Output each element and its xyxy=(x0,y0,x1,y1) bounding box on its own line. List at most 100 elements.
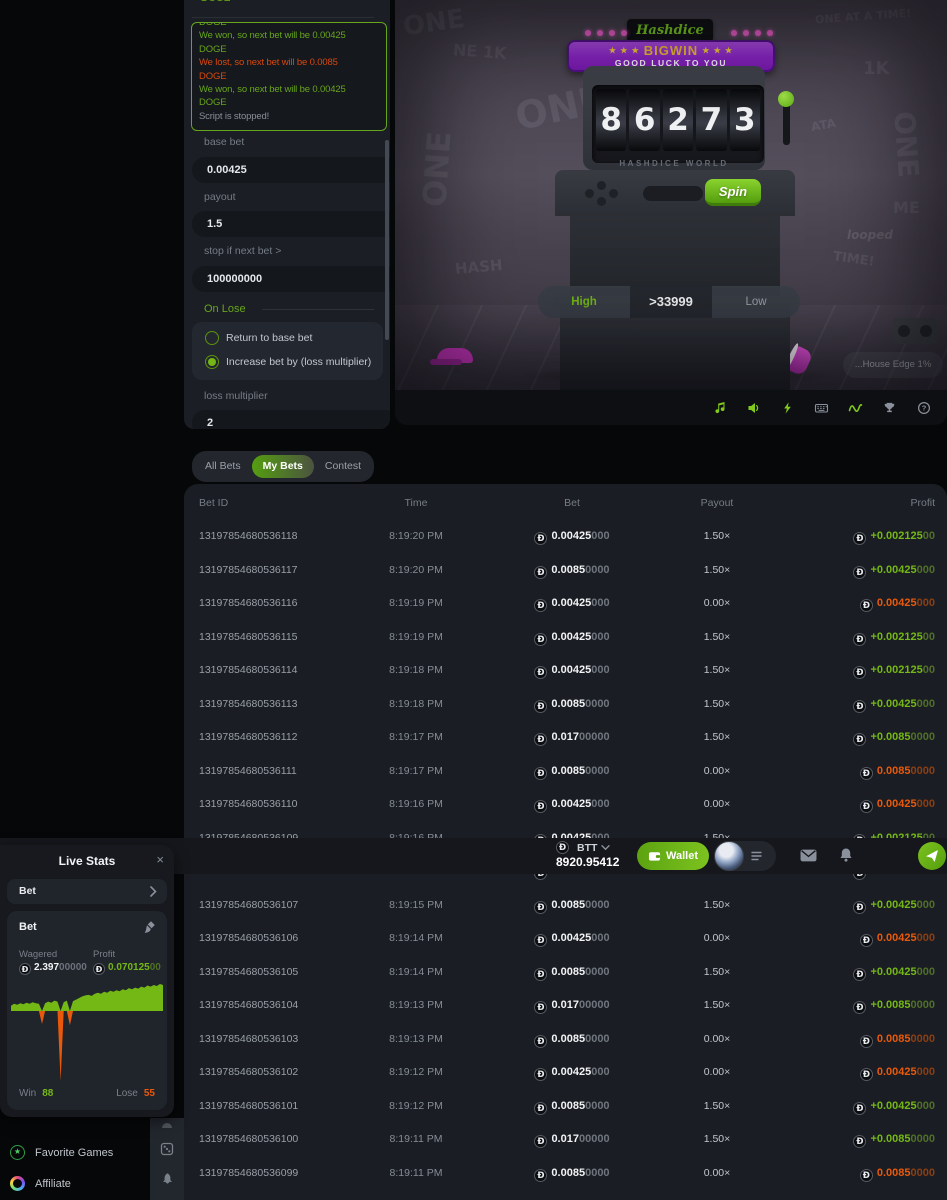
col-header-profit: Profit xyxy=(910,497,935,509)
doge-coin-icon: Ð xyxy=(853,901,866,914)
currency-selector[interactable]: Ð BTT 8920.95412 xyxy=(556,841,619,869)
tab[interactable]: Contest xyxy=(314,455,372,478)
trophy-icon[interactable] xyxy=(882,400,897,415)
time-cell: 8:19:18 PM xyxy=(376,688,456,722)
payout-input[interactable]: 1.5 xyxy=(192,211,390,237)
profit-cell: Ð0.00425000 xyxy=(860,1056,935,1090)
slot-reel: 2 xyxy=(663,89,693,151)
tab[interactable]: My Bets xyxy=(252,455,314,478)
time-cell: 8:19:11 PM xyxy=(376,1157,456,1191)
help-icon[interactable]: ? xyxy=(916,400,931,415)
lose-count: Lose55 xyxy=(116,1088,155,1099)
bet-high-button[interactable]: High xyxy=(538,286,630,318)
bet-id-cell: 13197854680536112 xyxy=(199,721,298,755)
time-cell: 8:19:14 PM xyxy=(376,956,456,990)
table-row[interactable]: 13197854680536118 8:19:20 PM Ð0.00425000… xyxy=(184,520,947,554)
dice-icon[interactable] xyxy=(160,1142,174,1156)
wallet-button[interactable]: Wallet xyxy=(637,842,709,870)
games-icon-rail xyxy=(150,1118,184,1200)
doge-coin-icon: Ð xyxy=(19,963,31,975)
bell-icon[interactable] xyxy=(839,847,853,863)
sidebar-item-affiliate[interactable]: Affiliate xyxy=(10,1176,71,1191)
bet-cell: Ð0.00850000 xyxy=(512,554,632,588)
payout-cell: 1.50× xyxy=(677,621,757,655)
spin-button[interactable]: Spin xyxy=(705,179,761,206)
scrollbar[interactable] xyxy=(385,140,389,340)
table-row[interactable]: 13197854680536105 8:19:14 PM Ð0.00850000… xyxy=(184,956,947,990)
keypad-dot xyxy=(609,189,618,198)
stop-if-next-bet-input[interactable]: 100000000 xyxy=(192,266,390,292)
table-row[interactable]: 13197854680536114 8:19:18 PM Ð0.00425000… xyxy=(184,654,947,688)
log-overflow-text: DOGE xyxy=(201,0,230,4)
radio-increase-bet-by[interactable]: Increase bet by (loss multiplier) xyxy=(205,355,371,369)
doge-coin-icon: Ð xyxy=(534,1169,547,1182)
time-cell: 8:19:13 PM xyxy=(376,989,456,1023)
tab[interactable]: All Bets xyxy=(194,455,252,478)
bet-id-cell: 13197854680536107 xyxy=(199,889,298,923)
doge-coin-icon: Ð xyxy=(534,1035,547,1048)
hashdice-sign: Hashdice xyxy=(627,19,713,42)
chat-button[interactable] xyxy=(918,842,946,870)
profit-cell: Ð+0.00425000 xyxy=(853,956,935,990)
table-row[interactable]: 13197854680536116 8:19:19 PM Ð0.00425000… xyxy=(184,587,947,621)
doge-coin-icon: Ð xyxy=(534,733,547,746)
table-row[interactable]: 13197854680536102 8:19:12 PM Ð0.00425000… xyxy=(184,1056,947,1090)
bet-id-cell: 13197854680536103 xyxy=(199,1023,298,1057)
house-edge-badge: ...House Edge 1% xyxy=(843,352,943,378)
table-row[interactable]: 13197854680536107 8:19:15 PM Ð0.00850000… xyxy=(184,889,947,923)
avatar[interactable] xyxy=(714,841,744,871)
payout-cell: 1.50× xyxy=(677,956,757,990)
doge-coin-icon: Ð xyxy=(860,934,873,947)
slot-reel: 3 xyxy=(730,89,760,151)
profit-chart xyxy=(11,981,163,1081)
table-row[interactable]: 13197854680536112 8:19:17 PM Ð0.01700000… xyxy=(184,721,947,755)
broom-reset-icon[interactable] xyxy=(142,920,156,934)
base-bet-input[interactable]: 0.00425 xyxy=(192,157,390,183)
radio-return-to-base-bet[interactable]: Return to base bet xyxy=(205,331,312,345)
sign-lights-right xyxy=(731,30,773,36)
payout-cell: 1.50× xyxy=(677,654,757,688)
table-row[interactable]: 13197854680536101 8:19:12 PM Ð0.00850000… xyxy=(184,1090,947,1124)
partial-icon[interactable] xyxy=(161,1122,173,1128)
bet-cell: Ð0.00850000 xyxy=(512,755,632,789)
wagered-value: Ð2.39700000 xyxy=(19,962,87,975)
close-icon[interactable]: × xyxy=(156,852,164,867)
profit-cell: Ð0.00850000 xyxy=(860,1023,935,1057)
table-row[interactable]: 13197854680536110 8:19:16 PM Ð0.00425000… xyxy=(184,788,947,822)
trends-icon[interactable] xyxy=(848,400,863,415)
time-cell: 8:19:20 PM xyxy=(376,520,456,554)
live-stats-title: Live Stats xyxy=(0,854,174,868)
keyboard-icon[interactable] xyxy=(814,400,829,415)
table-row[interactable]: 13197854680536099 8:19:11 PM Ð0.00850000… xyxy=(184,1157,947,1191)
table-row[interactable]: 13197854680536117 8:19:20 PM Ð0.00850000… xyxy=(184,554,947,588)
table-row[interactable]: 13197854680536115 8:19:19 PM Ð0.00425000… xyxy=(184,621,947,655)
table-row[interactable]: 13197854680536104 8:19:13 PM Ð0.01700000… xyxy=(184,989,947,1023)
currency-coin-icon: Ð xyxy=(556,841,569,854)
bet-cell: Ð0.00850000 xyxy=(512,688,632,722)
turbo-icon[interactable] xyxy=(780,400,795,415)
profit-cell: Ð+0.00212500 xyxy=(853,654,935,688)
table-row[interactable]: 13197854680536106 8:19:14 PM Ð0.00425000… xyxy=(184,922,947,956)
table-row[interactable]: 13197854680536100 8:19:11 PM Ð0.01700000… xyxy=(184,1123,947,1157)
loss-multiplier-input[interactable]: 2 xyxy=(192,410,390,429)
table-row[interactable]: 13197854680536103 8:19:13 PM Ð0.00850000… xyxy=(184,1023,947,1057)
col-header-time: Time xyxy=(376,497,456,509)
graffiti-word: NE 1K xyxy=(452,40,507,63)
bet-cell: Ð0.00425000 xyxy=(512,654,632,688)
chevron-right-icon xyxy=(150,886,157,897)
bet-cell: Ð0.01700000 xyxy=(512,721,632,755)
sidebar-item-favorite-games[interactable]: ★ Favorite Games xyxy=(10,1145,113,1160)
music-icon[interactable] xyxy=(712,400,727,415)
lever-ball[interactable] xyxy=(778,91,794,107)
doge-coin-icon: Ð xyxy=(853,700,866,713)
table-row[interactable]: 13197854680536113 8:19:18 PM Ð0.00850000… xyxy=(184,688,947,722)
sound-icon[interactable] xyxy=(746,400,761,415)
mail-icon[interactable] xyxy=(800,849,817,862)
user-menu[interactable] xyxy=(714,841,776,871)
table-row[interactable]: 13197854680536111 8:19:17 PM Ð0.00850000… xyxy=(184,755,947,789)
script-log: DOGEWe won, so next bet will be 0.00425D… xyxy=(191,22,387,131)
rocket-icon[interactable] xyxy=(161,1172,174,1186)
bet-low-button[interactable]: Low xyxy=(712,286,800,318)
stats-mode-selector[interactable]: Bet xyxy=(7,879,167,904)
doge-coin-icon: Ð xyxy=(534,1068,547,1081)
